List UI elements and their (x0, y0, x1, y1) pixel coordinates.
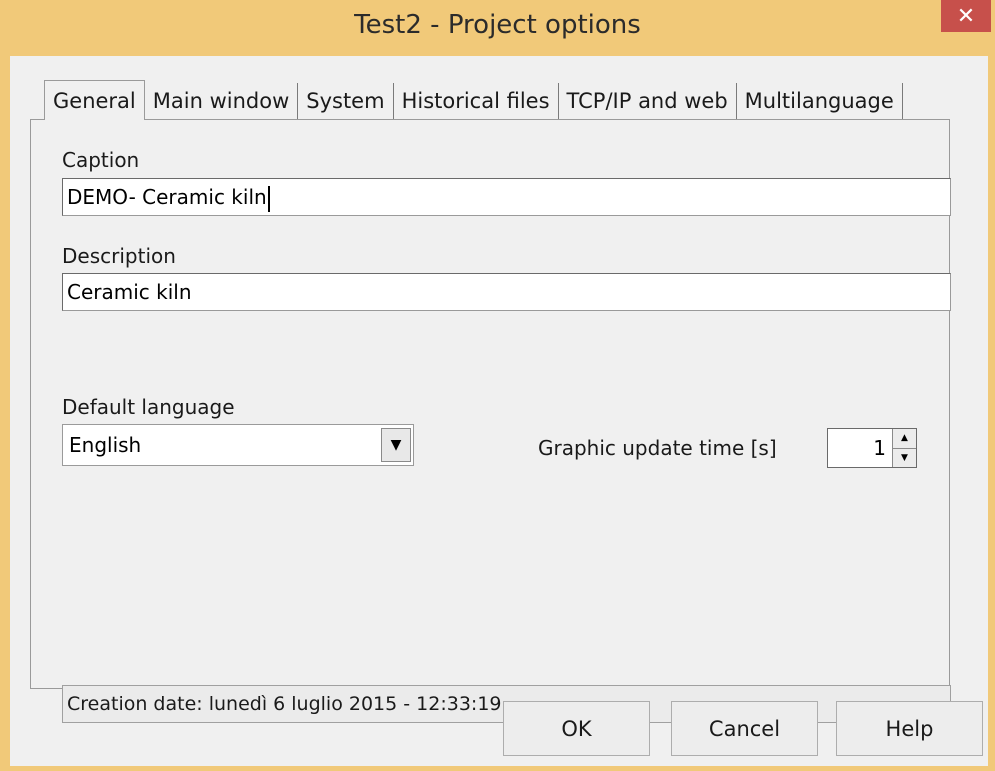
spin-buttons: ▲ ▼ (892, 429, 916, 467)
close-icon: ✕ (956, 3, 976, 29)
cancel-button[interactable]: Cancel (671, 701, 818, 756)
tab-tcp-ip-and-web[interactable]: TCP/IP and web (558, 83, 737, 119)
graphic-update-time-stepper[interactable]: 1 ▲ ▼ (827, 428, 917, 468)
tab-strip: General Main window System Historical fi… (44, 79, 903, 120)
help-button[interactable]: Help (836, 701, 983, 756)
tab-main-window[interactable]: Main window (144, 83, 299, 119)
arrow-down-icon[interactable]: ▼ (893, 448, 916, 467)
description-value: Ceramic kiln (67, 280, 192, 304)
caption-value: DEMO- Ceramic kiln (67, 185, 267, 209)
text-caret (267, 185, 270, 212)
default-language-value: English (69, 433, 142, 457)
description-input[interactable]: Ceramic kiln (62, 273, 951, 311)
description-label: Description (62, 244, 176, 268)
window-title: Test2 - Project options (354, 10, 641, 40)
default-language-label: Default language (62, 395, 235, 419)
general-tab-panel: Caption DEMO- Ceramic kiln Description C… (30, 119, 951, 723)
tab-multilanguage[interactable]: Multilanguage (736, 83, 903, 119)
ok-button[interactable]: OK (503, 701, 650, 756)
tab-historical-files[interactable]: Historical files (393, 83, 559, 119)
caption-label: Caption (62, 148, 140, 172)
chevron-down-icon[interactable]: ▼ (381, 428, 411, 462)
graphic-update-time-value: 1 (873, 436, 886, 460)
tab-system[interactable]: System (298, 83, 394, 119)
default-language-select[interactable]: English ▼ (62, 424, 414, 466)
arrow-up-icon[interactable]: ▲ (893, 429, 916, 449)
close-button[interactable]: ✕ (941, 0, 991, 32)
tab-general[interactable]: General (44, 80, 145, 120)
dialog-client-area: General Main window System Historical fi… (10, 56, 988, 766)
caption-input[interactable]: DEMO- Ceramic kiln (62, 178, 951, 216)
graphic-update-time-label: Graphic update time [s] (538, 436, 777, 460)
title-bar[interactable]: Test2 - Project options ✕ (0, 0, 995, 56)
project-options-window: Test2 - Project options ✕ General Main w… (0, 0, 995, 771)
